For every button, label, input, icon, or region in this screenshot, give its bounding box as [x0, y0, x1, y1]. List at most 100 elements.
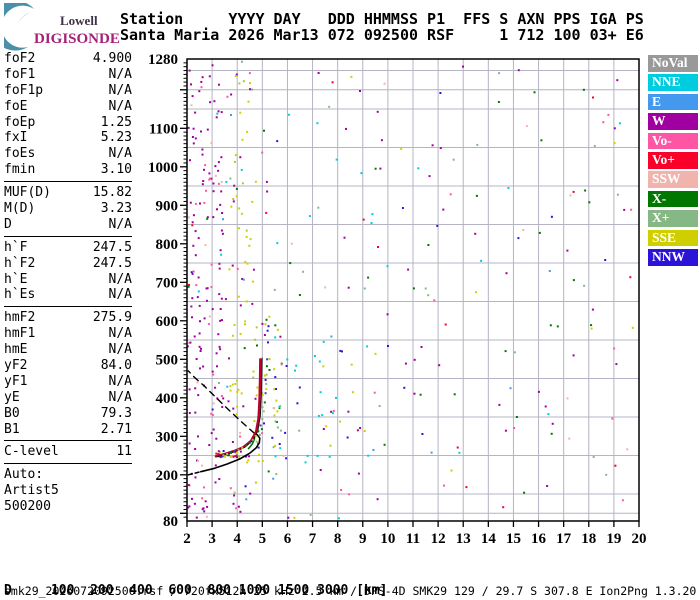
echo-dot	[194, 111, 197, 114]
echo-dot	[194, 137, 197, 140]
echo-dot	[254, 338, 257, 341]
echo-dot	[194, 476, 197, 479]
echo-dot	[533, 91, 536, 94]
echo-dot	[189, 201, 192, 204]
echo-dot	[212, 182, 215, 185]
echo-dot	[219, 319, 222, 322]
echo-dot	[194, 411, 197, 414]
echo-dot	[249, 88, 251, 91]
echo-dot	[210, 286, 213, 288]
echo-dot	[248, 455, 250, 458]
echo-dot	[220, 253, 223, 256]
echo-dot	[431, 144, 434, 147]
echo-dot	[550, 215, 553, 218]
echo-dot	[316, 122, 319, 125]
echo-dot	[190, 104, 193, 107]
echo-dot	[206, 217, 209, 220]
echo-dot	[458, 451, 461, 454]
y-axis-label: 500	[156, 352, 179, 368]
echo-dot	[613, 142, 616, 144]
echo-dot	[232, 334, 234, 337]
echo-dot	[295, 364, 298, 367]
legend-item-NNE: NNE	[648, 74, 698, 91]
echo-dot	[474, 232, 477, 235]
echo-dot	[234, 154, 237, 157]
echo-dot	[332, 409, 335, 412]
echo-dot	[201, 76, 204, 79]
echo-dot	[420, 346, 423, 348]
echo-dot	[208, 315, 211, 318]
echo-dot	[187, 285, 190, 288]
topside-extrapolation	[187, 370, 256, 434]
echo-dot	[286, 358, 289, 361]
echo-dot	[208, 444, 211, 446]
x-mode-echo-dot	[261, 418, 264, 420]
echo-dot	[204, 500, 207, 503]
echo-dot	[273, 414, 276, 417]
x-mode-echo-dot	[229, 451, 232, 454]
echo-dot	[263, 374, 266, 377]
echo-dot	[538, 231, 541, 234]
x-mode-echo-dot	[265, 382, 268, 385]
echo-dot	[192, 244, 195, 247]
echo-dot	[255, 440, 258, 443]
echo-dot	[370, 222, 373, 224]
echo-dot	[522, 229, 525, 231]
echo-dot	[611, 417, 614, 420]
echo-dot	[319, 469, 322, 471]
x-mode-echo-dot	[237, 448, 240, 451]
echo-dot	[217, 450, 220, 453]
echo-dot	[525, 125, 528, 128]
echo-dot	[244, 320, 247, 323]
echo-dot	[289, 262, 292, 265]
echo-dot	[605, 473, 608, 476]
echo-dot	[212, 402, 215, 405]
echo-dot	[304, 461, 307, 464]
echo-dot	[341, 350, 343, 353]
echo-dot	[231, 264, 234, 267]
echo-dot	[204, 244, 207, 247]
echo-dot	[274, 444, 277, 447]
echo-dot	[273, 288, 276, 291]
echo-dot	[242, 80, 245, 83]
echo-dot	[366, 345, 369, 348]
echo-dot	[205, 515, 208, 518]
echo-dot	[232, 407, 235, 410]
echo-dot	[279, 429, 282, 432]
echo-dot	[465, 486, 468, 489]
echo-dot	[252, 370, 255, 373]
echo-dot	[235, 413, 238, 416]
echo-dot	[234, 75, 237, 78]
echo-dot	[287, 113, 290, 116]
echo-dot	[231, 441, 234, 443]
echo-dot	[403, 386, 406, 389]
echo-dot	[475, 194, 478, 197]
echo-dot	[343, 236, 346, 239]
echo-dot	[373, 391, 376, 394]
echo-dot	[273, 368, 276, 371]
echo-dot	[210, 141, 213, 144]
echo-dot	[340, 489, 343, 491]
echo-dot	[298, 386, 301, 389]
echo-dot	[430, 451, 433, 454]
echo-dot	[214, 386, 217, 389]
echo-dot	[200, 347, 202, 350]
echo-dot	[242, 405, 245, 408]
echo-dot	[188, 284, 190, 286]
x-axis-label: 17	[556, 531, 572, 547]
echo-dot	[201, 508, 204, 511]
echo-dot	[551, 422, 554, 425]
echo-dot	[249, 492, 252, 495]
echo-dot	[241, 138, 244, 141]
echo-dot	[240, 168, 243, 171]
echo-dot	[188, 388, 191, 391]
echo-dot	[214, 464, 217, 467]
echo-dot	[203, 317, 206, 320]
legend-item-X-: X-	[648, 190, 698, 208]
echo-dot	[331, 81, 334, 84]
echo-dot	[241, 182, 244, 185]
echo-dot	[540, 139, 543, 142]
echo-dot	[517, 69, 520, 72]
echo-dot	[424, 287, 427, 290]
echo-dot	[276, 426, 279, 429]
